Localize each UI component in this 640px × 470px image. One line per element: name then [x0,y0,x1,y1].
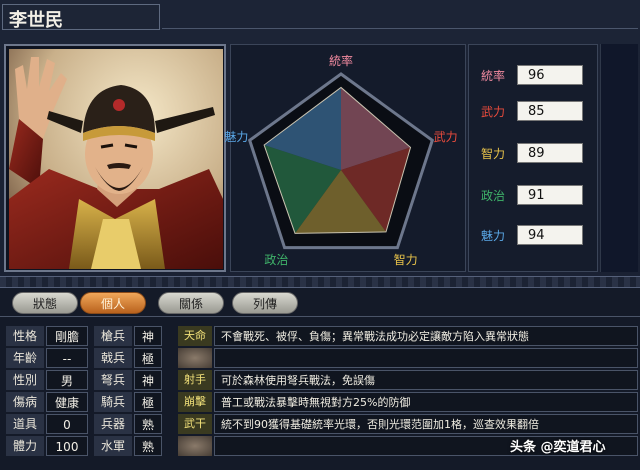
tab-0[interactable]: 狀態 [12,292,78,314]
profile-value: -- [46,348,88,368]
aptitude-label: 水軍 [94,436,132,456]
stat-row-0: 統率 96 [477,65,597,87]
skill-name[interactable] [178,348,212,368]
aptitude-value: 極 [134,392,162,412]
tab-3[interactable]: 列傳 [232,292,298,314]
portrait-image [9,49,223,269]
stat-label: 武力 [481,105,506,119]
side-strip [600,44,638,272]
profile-value: 剛膽 [46,326,88,346]
tab-2[interactable]: 關係 [158,292,224,314]
stat-row-3: 政治 91 [477,185,597,207]
radar-label-intel: 智力 [393,252,418,267]
radar-chart [247,72,435,250]
stat-value: 91 [517,185,583,205]
skill-description: 統不到90獲得基礎統率光環，否則光環范圍加1格，巡查效果翻倍 [214,414,638,434]
radar-label-war: 武力 [433,130,458,144]
officer-portrait [4,44,226,272]
profile-value: 0 [46,414,88,434]
aptitude-label: 槍兵 [94,326,132,346]
skill-name[interactable]: 武干 [178,414,212,434]
radar-label-command: 統率 [329,54,354,68]
stat-row-2: 智力 89 [477,143,597,165]
watermark: 头条 @奕道君心 [510,440,606,455]
aptitude-label: 騎兵 [94,392,132,412]
profile-label: 年齡 [6,348,44,368]
profile-label: 傷病 [6,392,44,412]
aptitude-label: 弩兵 [94,370,132,390]
stat-value: 89 [517,143,583,163]
tab-divider [0,316,640,317]
skill-description: 可於森林使用弩兵戰法，免誤傷 [214,370,638,390]
skill-description: 不會戰死、被俘、負傷；異常戰法成功必定讓敵方陷入異常狀態 [214,326,638,346]
stat-row-4: 魅力 94 [477,225,597,247]
profile-label: 性格 [6,326,44,346]
skill-name[interactable]: 天命 [178,326,212,346]
radar-label-charm: 魅力 [224,130,249,144]
aptitude-value: 熟 [134,436,162,456]
skill-name[interactable]: 崩擊 [178,392,212,412]
stat-label: 政治 [481,189,506,203]
header-divider [162,28,638,29]
officer-name-box: 李世民 [2,4,160,31]
stat-row-1: 武力 85 [477,101,597,123]
aptitude-value: 神 [134,370,162,390]
profile-label: 性別 [6,370,44,390]
stat-value: 85 [517,101,583,121]
profile-label: 體力 [6,436,44,456]
skill-description [214,348,638,368]
profile-value: 健康 [46,392,88,412]
radar-chart-panel: 統率武力智力 政治 魅力 [224,44,466,272]
aptitude-label: 戟兵 [94,348,132,368]
decorative-band [0,276,640,288]
aptitude-value: 極 [134,348,162,368]
skill-name[interactable]: 射手 [178,370,212,390]
stat-label: 魅力 [481,229,506,243]
stat-value: 94 [517,225,583,245]
profile-value: 男 [46,370,88,390]
aptitude-value: 神 [134,326,162,346]
officer-name: 李世民 [9,10,63,31]
skill-description: 普工或戰法暴擊時無視對方25%的防御 [214,392,638,412]
stat-label: 智力 [481,147,506,161]
radar-label-politics: 政治 [264,252,289,267]
skill-name[interactable] [178,436,212,456]
aptitude-label: 兵器 [94,414,132,434]
profile-label: 道具 [6,414,44,434]
profile-value: 100 [46,436,88,456]
stats-panel: 統率 96 武力 85 智力 89 政治 91 魅力 94 [468,44,598,272]
stat-label: 統率 [481,69,506,83]
aptitude-value: 熟 [134,414,162,434]
tab-1[interactable]: 個人 [80,292,146,314]
stat-value: 96 [517,65,583,85]
